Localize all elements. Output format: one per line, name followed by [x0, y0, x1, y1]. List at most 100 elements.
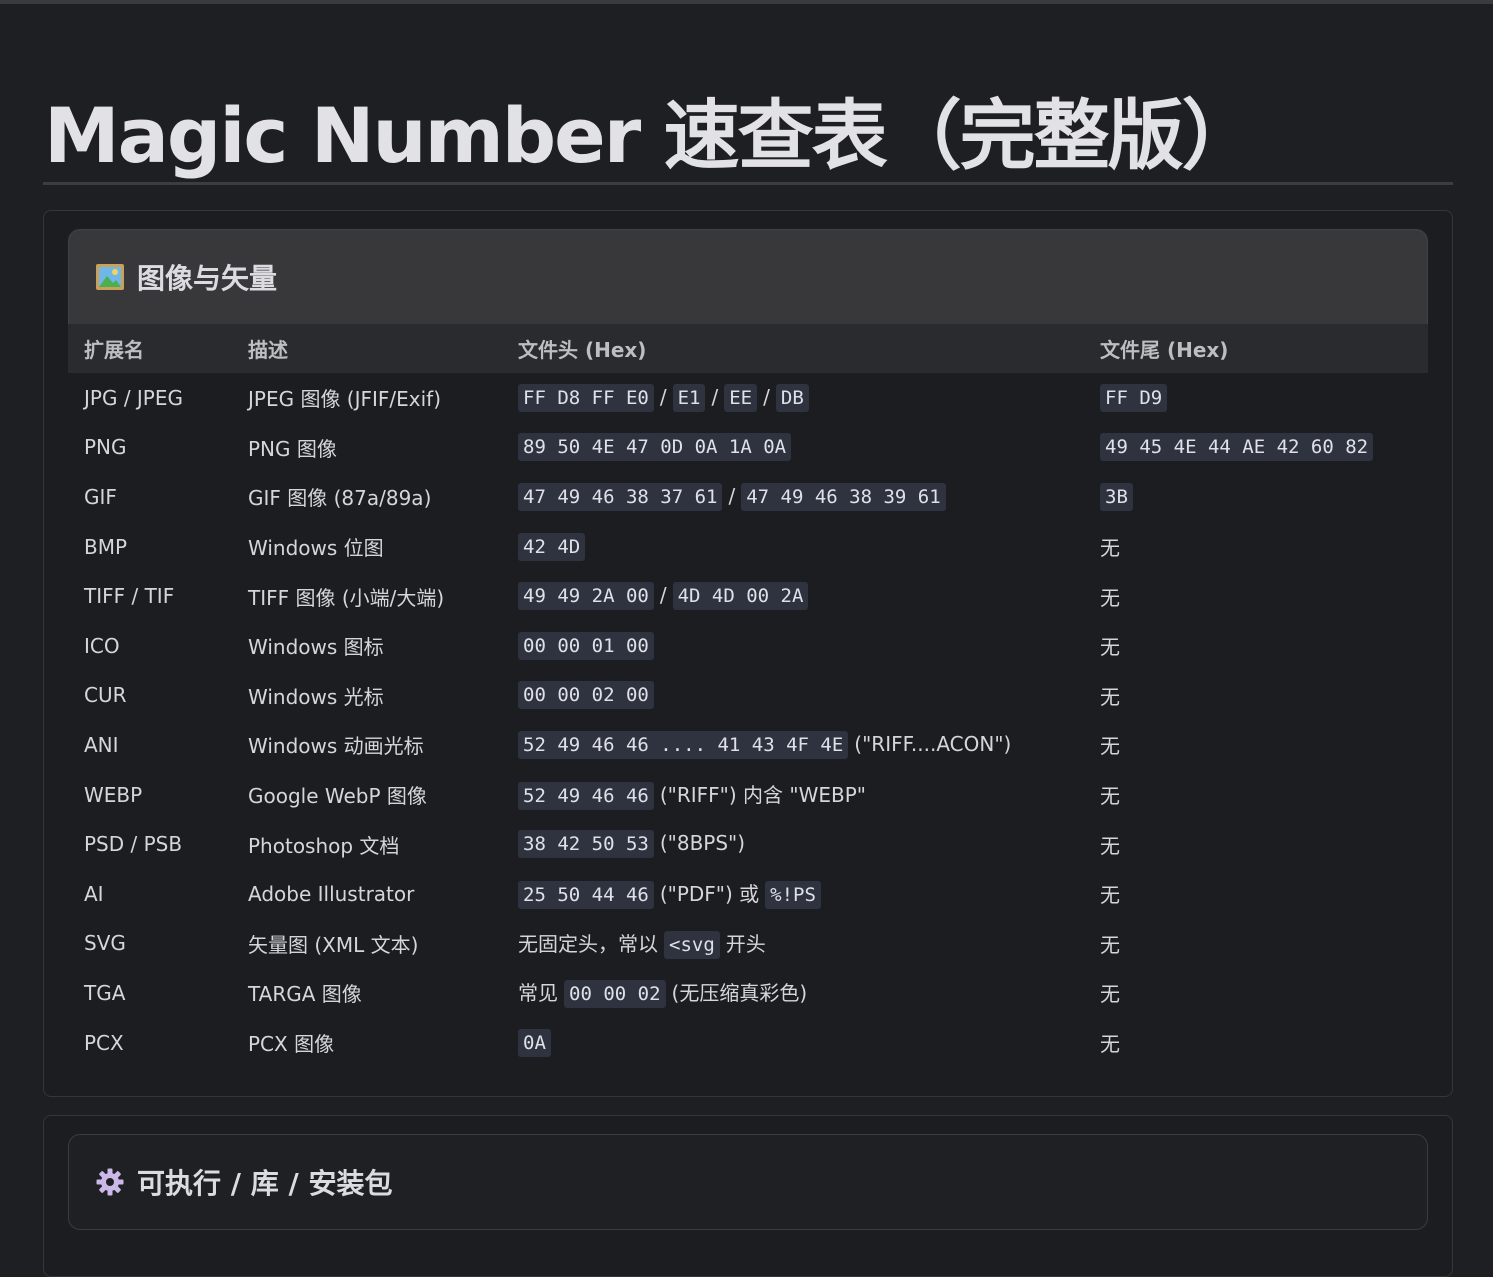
hex-code: 42 4D — [518, 532, 586, 561]
cell-file-tail: 无 — [1084, 968, 1428, 1018]
note-text: ("8BPS") — [659, 831, 746, 856]
cell-desc: Adobe Illustrator — [248, 881, 415, 906]
hex-code: 00 00 02 00 — [518, 681, 654, 710]
cell-file-tail: 无 — [1084, 720, 1428, 770]
hex-code: FF D8 FF E0 — [518, 383, 654, 412]
note-text: ("PDF") 或 — [659, 882, 760, 907]
cell-file-tail: 无 — [1084, 621, 1428, 671]
cell-file-tail: FF D9 — [1084, 373, 1428, 423]
cell-file-head: 00 00 01 00 — [502, 621, 1084, 671]
note-text: 开头 — [725, 931, 766, 956]
table-row: TIFF / TIF TIFF 图像 (小端/大端) 49 49 2A 00/4D … — [68, 571, 1428, 621]
cell-desc: PNG 图像 — [248, 436, 337, 461]
plain-text: 无固定头，常以 — [518, 931, 658, 956]
cell-ext: SVG — [84, 931, 126, 956]
cell-file-tail: 无 — [1084, 919, 1428, 969]
cell-desc: Google WebP 图像 — [248, 784, 427, 809]
cell-file-head: FF D8 FF E0/E1/EE / DB — [502, 373, 1084, 423]
cell-file-head: 47 49 46 38 37 61/47 49 46 38 39 61 — [502, 472, 1084, 522]
separator: / — [728, 483, 736, 508]
cell-file-tail: 无 — [1084, 869, 1428, 919]
hex-code: <svg — [664, 930, 720, 959]
section-executables: 可执行 / 库 / 安装包 — [43, 1115, 1453, 1277]
cell-file-tail: 49 45 4E 44 AE 42 60 82 — [1084, 423, 1428, 473]
column-header-desc: 描述 — [232, 324, 502, 373]
cell-file-head: 无固定头，常以 <svg 开头 — [502, 919, 1084, 969]
cell-file-head: 常见 00 00 02 (无压缩真彩色) — [502, 968, 1084, 1018]
cell-file-head: 42 4D — [502, 522, 1084, 572]
hex-code: 52 49 46 46 .... 41 43 4F 4E — [518, 730, 849, 759]
note-text: ("RIFF....ACON") — [854, 731, 1012, 756]
page-title: Magic Number 速查表（完整版） — [44, 91, 1258, 180]
plain-text: 无 — [1100, 536, 1120, 561]
hex-code: FF D9 — [1100, 383, 1168, 412]
title-divider — [43, 182, 1453, 185]
cell-ext: ANI — [84, 732, 119, 757]
separator: / — [659, 583, 667, 608]
hex-code: 00 00 01 00 — [518, 631, 654, 660]
magic-number-table: 扩展名 描述 文件头 (Hex) 文件尾 (Hex) JPG / JPEG JPE… — [68, 324, 1428, 1067]
table-row: PNG PNG 图像 89 50 4E 47 0D 0A 1A 0A 49 45 4E… — [68, 423, 1428, 473]
plain-text: 无 — [1100, 684, 1120, 709]
table-row: ICO Windows 图标 00 00 01 00 无 — [68, 621, 1428, 671]
hex-code: 0A — [518, 1028, 551, 1057]
cell-ext: TIFF / TIF — [84, 584, 175, 609]
table-row: GIF GIF 图像 (87a/89a) 47 49 46 38 37 61/47 … — [68, 472, 1428, 522]
table-row: CUR Windows 光标 00 00 02 00 无 — [68, 671, 1428, 721]
note-text: (无压缩真彩色) — [671, 981, 808, 1006]
section-header-images[interactable]: 图像与矢量 — [68, 229, 1428, 324]
hex-code: DB — [775, 383, 809, 412]
cell-desc: GIF 图像 (87a/89a) — [248, 486, 432, 511]
cell-ext: JPG / JPEG — [84, 385, 184, 410]
section-title: 可执行 / 库 / 安装包 — [137, 1167, 393, 1200]
cell-desc: Windows 图标 — [248, 635, 384, 660]
hex-code: 52 49 46 46 — [518, 782, 654, 811]
cell-file-head: 38 42 50 53 ("8BPS") — [502, 819, 1084, 869]
table-row: TGA TARGA 图像 常见 00 00 02 (无压缩真彩色) 无 — [68, 968, 1428, 1018]
cell-desc: Windows 动画光标 — [248, 734, 424, 759]
table-header-row: 扩展名 描述 文件头 (Hex) 文件尾 (Hex) — [68, 324, 1428, 373]
cell-desc: TARGA 图像 — [248, 982, 362, 1007]
cell-file-head: 89 50 4E 47 0D 0A 1A 0A — [502, 423, 1084, 473]
cell-file-head: 0A — [502, 1018, 1084, 1068]
cell-file-tail: 3B — [1084, 472, 1428, 522]
cell-ext: BMP — [84, 534, 128, 559]
cell-file-tail: 无 — [1084, 770, 1428, 820]
hex-code: 25 50 44 46 — [518, 881, 654, 910]
hex-code: 3B — [1100, 482, 1133, 511]
cell-desc: Windows 光标 — [248, 684, 384, 709]
hex-code: E1 — [672, 383, 706, 412]
plain-text: 常见 — [518, 981, 558, 1006]
cell-desc: PCX 图像 — [248, 1032, 335, 1057]
column-header-file-tail: 文件尾 (Hex) — [1084, 324, 1428, 373]
hex-code: 4D 4D 00 2A — [672, 582, 809, 611]
column-header-ext: 扩展名 — [68, 324, 232, 373]
cell-ext: PSD / PSB — [84, 832, 183, 857]
cell-ext: PNG — [84, 435, 127, 460]
table-row: WEBP Google WebP 图像 52 49 46 46 ("RIFF") 内含… — [68, 770, 1428, 820]
table-row: BMP Windows 位图 42 4D 无 — [68, 522, 1428, 572]
table-row: PSD / PSB Photoshop 文档 38 42 50 53 ("8BPS")… — [68, 819, 1428, 869]
cell-file-head: 52 49 46 46 ("RIFF") 内含 "WEBP" — [502, 770, 1084, 820]
hex-code: 38 42 50 53 — [518, 830, 654, 859]
cell-ext: AI — [84, 881, 104, 906]
note-text: ("RIFF") 内含 "WEBP" — [659, 783, 866, 808]
cell-file-head: 49 49 2A 00/4D 4D 00 2A — [502, 571, 1084, 621]
cell-ext: WEBP — [84, 782, 143, 807]
cell-desc: Photoshop 文档 — [248, 833, 400, 858]
hex-code: 47 49 46 38 39 61 — [741, 482, 946, 511]
hex-code: 47 49 46 38 37 61 — [518, 482, 723, 511]
cell-desc: TIFF 图像 (小端/大端) — [248, 585, 445, 610]
gear-icon — [95, 1167, 125, 1197]
cell-file-head: 00 00 02 00 — [502, 671, 1084, 721]
cell-ext: ICO — [84, 633, 120, 658]
table-row: SVG 矢量图 (XML 文本) 无固定头，常以 <svg 开头无 — [68, 919, 1428, 969]
section-header-executables[interactable]: 可执行 / 库 / 安装包 — [68, 1134, 1428, 1230]
table-row: ANI Windows 动画光标 52 49 46 46 .... 41 43 4F… — [68, 720, 1428, 770]
cell-file-tail: 无 — [1084, 671, 1428, 721]
section-images: 图像与矢量 扩展名 描述 文件头 (Hex) 文件尾 (Hex) JPG / J… — [43, 210, 1453, 1097]
cell-file-tail: 无 — [1084, 819, 1428, 869]
plain-text: 无 — [1100, 734, 1120, 759]
plain-text: 无 — [1100, 883, 1120, 908]
separator: / — [711, 384, 719, 409]
